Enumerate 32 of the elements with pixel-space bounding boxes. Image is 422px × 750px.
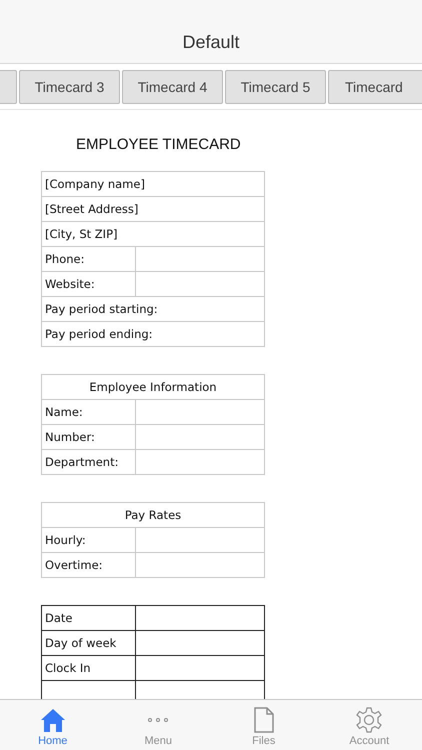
table-cell: Website:: [42, 272, 136, 296]
table-cell: Overtime:: [42, 552, 136, 578]
tab[interactable]: [0, 70, 17, 104]
screen-title: Default: [182, 32, 240, 53]
table-cell: Number:: [42, 424, 136, 450]
table-heading: Pay Rates: [42, 502, 264, 528]
table-heading: Employee Information: [42, 374, 264, 400]
table-cell: [Street Address]: [42, 196, 264, 222]
table-cell: [Company name]: [42, 172, 264, 196]
empty-cell[interactable]: [136, 606, 264, 630]
tab[interactable]: Timecard 5: [225, 70, 326, 104]
table-cell: Phone:: [42, 246, 136, 272]
document-icon: [254, 707, 274, 733]
empty-cell[interactable]: [136, 630, 264, 656]
table-cell: Department:: [42, 450, 136, 474]
tab[interactable]: Timecard: [328, 70, 422, 104]
table-cell: Clock In: [42, 656, 136, 680]
document-title: EMPLOYEE TIMECARD: [76, 136, 241, 153]
settings-icon: [356, 707, 382, 733]
table-cell: Hourly:: [42, 528, 136, 552]
empty-cell[interactable]: [136, 656, 264, 680]
home-icon: [40, 707, 66, 733]
table-cell: Date: [42, 606, 136, 630]
tab[interactable]: Timecard 4: [122, 70, 223, 104]
nav-tab[interactable]: Home: [0, 700, 106, 750]
table-cell: [City, St ZIP]: [42, 222, 264, 246]
table-cell: Day of week: [42, 630, 136, 656]
table-cell: Pay period ending:: [42, 322, 264, 346]
table-cell: Name:: [42, 400, 136, 424]
tab[interactable]: Timecard 3: [19, 70, 120, 104]
table-cell: Pay period starting:: [42, 296, 264, 322]
dots-icon: [148, 718, 168, 722]
